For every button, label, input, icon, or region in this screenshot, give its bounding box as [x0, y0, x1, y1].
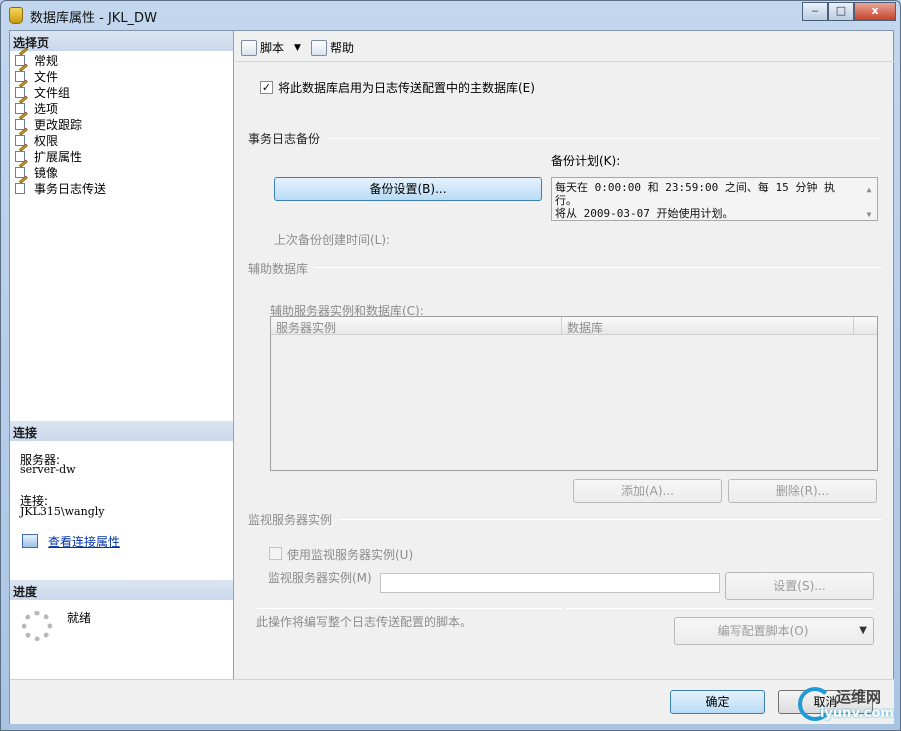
page-icon	[14, 175, 30, 195]
view-connection-properties-link[interactable]: 查看连接属性	[48, 533, 120, 550]
database-icon	[9, 7, 23, 24]
title-bar[interactable]: 数据库属性 - JKL_DW ‒ □ x	[1, 1, 900, 31]
toolbar: 脚本 ▼ 帮助	[235, 31, 894, 62]
group-divider	[314, 267, 882, 268]
secondary-grid[interactable]: 服务器实例 数据库	[270, 316, 878, 471]
monitor-instance-label: 监视服务器实例(M)	[268, 571, 372, 585]
chevron-down-icon[interactable]: ▼	[859, 618, 867, 644]
dialog-window: 数据库属性 - JKL_DW ‒ □ x 选择页 常规 文件 文件组 选项 更改…	[0, 0, 901, 731]
watermark-title: 运维网	[836, 688, 882, 706]
monitor-group-title: 监视服务器实例	[248, 513, 333, 527]
grid-header: 服务器实例 数据库	[271, 317, 877, 335]
connection-properties-icon	[22, 534, 38, 548]
left-panel: 选择页 常规 文件 文件组 选项 更改跟踪 权限 扩展属性 镜像 事务日志传送 …	[10, 31, 234, 679]
connection-value: JKL315\wangly	[20, 505, 105, 518]
script-note: 此操作将编写整个日志传送配置的脚本。	[256, 615, 473, 629]
help-button[interactable]: 帮助	[311, 39, 354, 56]
backup-schedule-text[interactable]: 每天在 0:00:00 和 23:59:00 之间、每 15 分钟 执行。 将从…	[551, 177, 878, 221]
minimize-button[interactable]: ‒	[802, 2, 828, 21]
progress-header: 进度	[10, 580, 233, 600]
backup-settings-button[interactable]: 备份设置(B)...	[274, 177, 542, 201]
dialog-client-area: 选择页 常规 文件 文件组 选项 更改跟踪 权限 扩展属性 镜像 事务日志传送 …	[9, 30, 894, 724]
maximize-button[interactable]: □	[828, 2, 854, 21]
script-icon	[241, 39, 257, 56]
nav-page-options[interactable]: 选项	[14, 95, 58, 116]
nav-page-permissions[interactable]: 权限	[14, 127, 58, 148]
monitor-settings-button[interactable]: 设置(S)...	[725, 572, 874, 600]
nav-page-mirroring[interactable]: 镜像	[14, 159, 58, 180]
use-monitor-label[interactable]: 使用监视服务器实例(U)	[287, 546, 413, 563]
help-icon	[311, 39, 327, 56]
close-button[interactable]: x	[854, 2, 896, 21]
monitor-instance-input[interactable]	[380, 573, 720, 593]
group-divider	[338, 519, 882, 520]
tlog-backup-group-title: 事务日志备份	[248, 132, 321, 146]
ok-button[interactable]: 确定	[670, 690, 765, 714]
backup-schedule-label: 备份计划(K):	[551, 154, 621, 168]
server-value: server-dw	[20, 463, 76, 476]
group-divider	[326, 138, 882, 139]
separator-line	[256, 608, 562, 609]
use-monitor-checkbox[interactable]	[269, 547, 282, 560]
remove-secondary-button[interactable]: 删除(R)...	[728, 479, 877, 503]
scroll-down-icon[interactable]: ▼	[862, 208, 876, 221]
separator-line	[566, 608, 874, 609]
enable-primary-checkbox[interactable]: ✓	[260, 81, 273, 94]
window-title: 数据库属性 - JKL_DW	[30, 11, 157, 26]
enable-primary-label[interactable]: 将此数据库启用为日志传送配置中的主数据库(E)	[278, 79, 535, 96]
script-button[interactable]: 脚本 ▼	[241, 39, 301, 56]
nav-page-log-shipping[interactable]: 事务日志传送	[14, 175, 106, 196]
connection-header: 连接	[10, 421, 233, 441]
last-backup-label: 上次备份创建时间(L):	[274, 233, 391, 247]
watermark-logo: 运维网 iyunv.com	[796, 684, 900, 724]
progress-spinner-icon	[22, 611, 52, 641]
grid-col-server-instance[interactable]: 服务器实例	[276, 319, 336, 336]
script-configuration-button[interactable]: 编写配置脚本(O) ▼	[674, 617, 874, 645]
nav-page-general[interactable]: 常规	[14, 47, 58, 68]
watermark-url: iyunv.com	[820, 706, 894, 721]
progress-status: 就绪	[67, 611, 92, 625]
scroll-up-icon[interactable]: ▲	[862, 183, 876, 196]
select-page-header: 选择页	[10, 31, 233, 51]
grid-col-database[interactable]: 数据库	[567, 319, 603, 336]
add-secondary-button[interactable]: 添加(A)...	[573, 479, 722, 503]
nav-page-files[interactable]: 文件	[14, 63, 58, 84]
schedule-scrollbar[interactable]: ▲ ▼	[862, 179, 876, 219]
secondary-group-title: 辅助数据库	[248, 262, 309, 276]
chevron-down-icon[interactable]: ▼	[294, 43, 301, 53]
